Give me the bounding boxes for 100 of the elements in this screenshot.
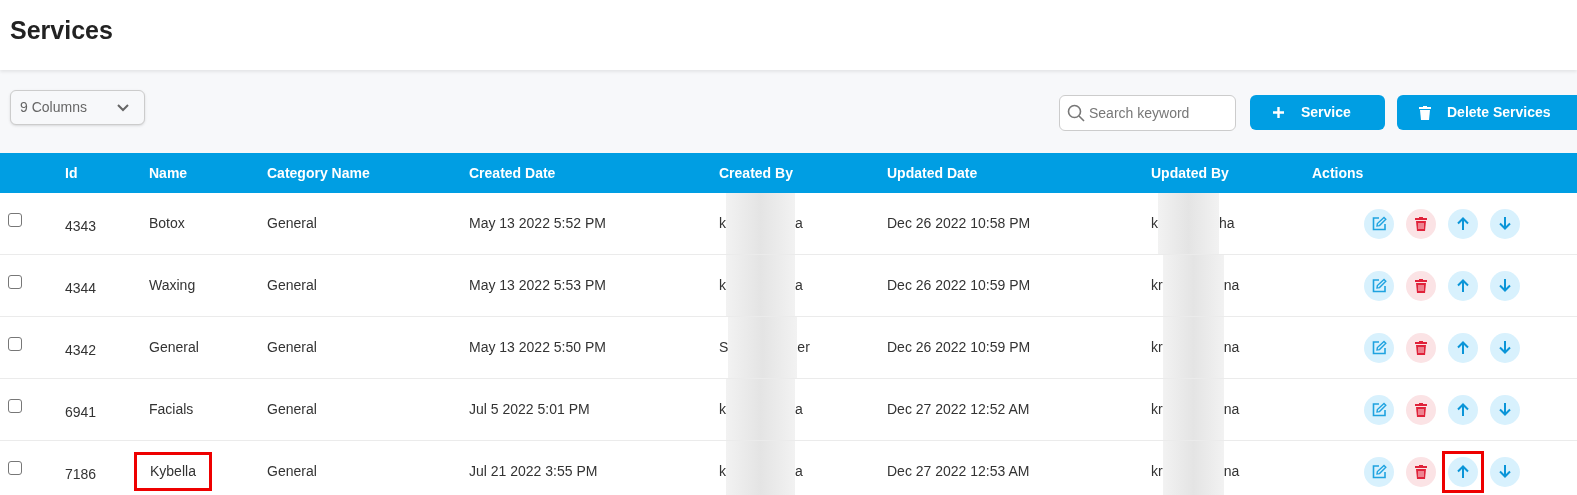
delete-button[interactable] <box>1406 394 1436 425</box>
plus-icon <box>1272 106 1285 119</box>
row-checkbox[interactable] <box>8 336 22 351</box>
blur-patch <box>726 441 795 495</box>
move-up-button[interactable] <box>1448 208 1478 239</box>
table-cell-text: 6941 <box>65 403 98 422</box>
edit-icon <box>1371 464 1387 479</box>
move-down-button[interactable] <box>1490 456 1520 487</box>
table-cell: General <box>267 215 317 231</box>
arrow-down-icon <box>1499 217 1511 230</box>
user-name-fragment: k <box>719 400 726 419</box>
edit-button[interactable] <box>1364 394 1394 425</box>
move-down-button[interactable] <box>1490 270 1520 301</box>
table-cell: Dec 26 2022 10:59 PM <box>887 339 1031 355</box>
user-name-fragment: k <box>719 462 726 481</box>
table-cell: Facials <box>149 401 194 417</box>
column-header: Category Name <box>267 163 370 183</box>
edit-icon <box>1371 340 1387 355</box>
user-name-fragment: na <box>1223 276 1240 295</box>
user-name-fragment: k <box>719 214 726 233</box>
edit-button[interactable] <box>1364 456 1394 487</box>
user-name-fragment: na <box>1223 462 1240 481</box>
edit-icon <box>1371 216 1387 231</box>
table-cell: Dec 26 2022 10:58 PM <box>887 215 1031 231</box>
user-name-fragment: k <box>719 276 726 295</box>
row-checkbox[interactable] <box>8 212 22 227</box>
move-down-button[interactable] <box>1490 208 1520 239</box>
table-cell-text: 4344 <box>65 279 98 298</box>
delete-services-button[interactable]: Delete Services <box>1397 95 1577 130</box>
edit-icon <box>1371 278 1387 293</box>
arrow-up-icon <box>1457 279 1469 292</box>
row-checkbox[interactable] <box>8 460 22 475</box>
table-cell: May 13 2022 5:50 PM <box>469 339 606 355</box>
arrow-down-icon <box>1499 465 1511 478</box>
move-up-button[interactable] <box>1448 332 1478 363</box>
user-name-fragment: a <box>795 276 803 295</box>
trash-icon <box>1419 105 1431 120</box>
user-name-fragment: kr <box>1151 462 1163 481</box>
user-name-fragment: kr <box>1151 338 1163 357</box>
blur-patch <box>726 255 795 316</box>
table-cell: Dec 26 2022 10:59 PM <box>887 277 1031 293</box>
arrow-down-icon <box>1499 279 1511 292</box>
column-header: Created By <box>719 163 793 183</box>
table-cell: General <box>267 277 317 293</box>
chevron-down-icon <box>117 103 129 112</box>
row-checkbox[interactable] <box>8 398 22 413</box>
trash-icon <box>1415 464 1427 479</box>
table-cell: Jul 21 2022 3:55 PM <box>469 463 598 479</box>
arrow-up-icon <box>1457 465 1469 478</box>
trash-icon <box>1415 216 1427 231</box>
column-header: Id <box>65 163 78 183</box>
table-cell: Dec 27 2022 12:52 AM <box>887 401 1030 417</box>
page-title: Services <box>10 15 113 46</box>
blur-patch <box>1162 317 1224 378</box>
table-cell: Waxing <box>149 277 196 293</box>
move-up-button[interactable] <box>1448 456 1478 487</box>
trash-icon <box>1415 402 1427 417</box>
search-field[interactable]: Search keyword <box>1059 95 1236 131</box>
edit-button[interactable] <box>1364 270 1394 301</box>
user-name-fragment: a <box>795 400 803 419</box>
arrow-down-icon <box>1499 341 1511 354</box>
user-name-fragment: S <box>719 338 729 357</box>
edit-icon <box>1371 402 1387 417</box>
blur-patch <box>1162 379 1224 440</box>
delete-button[interactable] <box>1406 456 1436 487</box>
delete-button[interactable] <box>1406 332 1436 363</box>
blur-patch <box>1162 441 1224 495</box>
user-name-fragment: er <box>797 338 810 357</box>
user-name-fragment: k <box>1151 214 1158 233</box>
add-service-button[interactable]: Service <box>1250 95 1385 130</box>
edit-button[interactable] <box>1364 332 1394 363</box>
table-cell-text: 4343 <box>65 217 98 236</box>
table-cell: Kybella <box>134 452 212 491</box>
column-header: Name <box>149 163 188 183</box>
column-header: Updated By <box>1151 163 1229 183</box>
edit-button[interactable] <box>1364 208 1394 239</box>
table-cell: May 13 2022 5:53 PM <box>469 277 606 293</box>
row-checkbox[interactable] <box>8 274 22 289</box>
user-name-fragment: na <box>1223 338 1240 357</box>
column-header: Updated Date <box>887 163 978 183</box>
table-cell: May 13 2022 5:52 PM <box>469 215 606 231</box>
move-up-button[interactable] <box>1448 270 1478 301</box>
column-header: Actions <box>1312 163 1364 183</box>
columns-dropdown[interactable]: 9 Columns <box>10 90 145 125</box>
table-cell: Botox <box>149 215 185 231</box>
move-down-button[interactable] <box>1490 332 1520 363</box>
user-name-fragment: a <box>795 214 803 233</box>
column-header: Created Date <box>469 163 556 183</box>
table-cell: General <box>267 401 317 417</box>
table-cell: General <box>149 339 199 355</box>
arrow-down-icon <box>1499 403 1511 416</box>
delete-button[interactable] <box>1406 208 1436 239</box>
move-down-button[interactable] <box>1490 394 1520 425</box>
user-name-fragment: na <box>1223 400 1240 419</box>
move-up-button[interactable] <box>1448 394 1478 425</box>
trash-icon <box>1415 278 1427 293</box>
table-cell-text: 4342 <box>65 341 98 360</box>
delete-button[interactable] <box>1406 270 1436 301</box>
arrow-up-icon <box>1457 403 1469 416</box>
table-cell: Dec 27 2022 12:53 AM <box>887 463 1030 479</box>
